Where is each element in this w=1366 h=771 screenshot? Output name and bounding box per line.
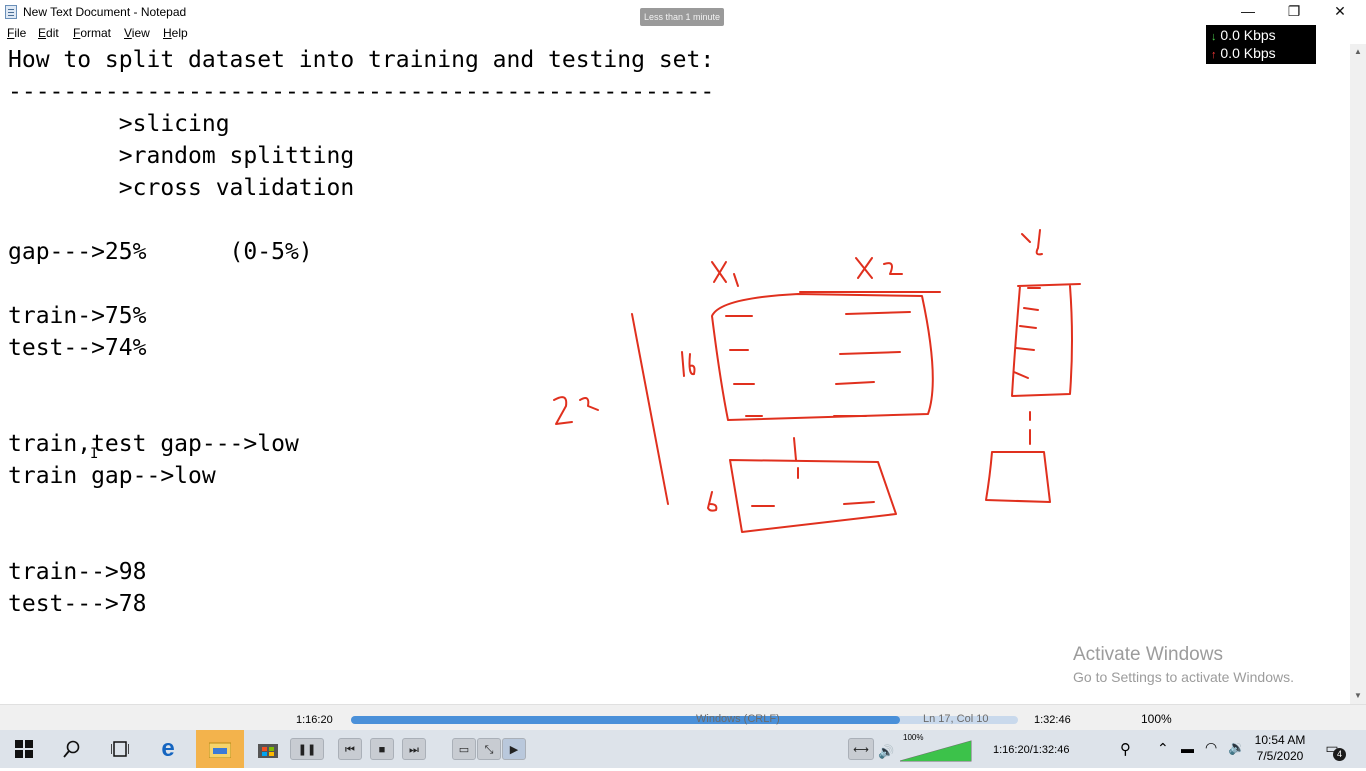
seek-bar-fill xyxy=(351,716,900,724)
scroll-up-icon[interactable]: ▲ xyxy=(1350,44,1366,60)
notification-badge: 4 xyxy=(1333,748,1346,761)
editor-line: ----------------------------------------… xyxy=(8,79,715,105)
vertical-scrollbar[interactable]: ▲ ▼ xyxy=(1350,44,1366,704)
editor-line: >slicing xyxy=(8,111,230,137)
next-button[interactable]: ⏭ xyxy=(402,738,426,760)
scroll-down-icon[interactable]: ▼ xyxy=(1350,688,1366,704)
tooltip-chip: Less than 1 minute xyxy=(640,8,725,26)
task-view-icon[interactable] xyxy=(96,730,144,768)
annotation-matrix-rows xyxy=(725,311,911,417)
annotation-x2-label xyxy=(855,257,903,279)
activate-windows-subtitle: Go to Settings to activate Windows. xyxy=(1073,669,1294,685)
stop-button[interactable]: ■ xyxy=(370,738,394,760)
annotation-16-label xyxy=(681,351,696,377)
editor-line: >random splitting xyxy=(8,143,355,169)
editor-line: train->75% xyxy=(8,303,147,329)
annotation-y-label xyxy=(1021,229,1043,256)
clock-time: 10:54 AM xyxy=(1254,733,1306,747)
editor-line: train-->98 xyxy=(8,559,147,585)
annotation-test-rows xyxy=(751,501,875,507)
taskbar: e ❚❚ ⏮ ■ ⏭ ▭ ⤡ ▶ ⟷ 🔊 100% 1:16:20/1:32:4… xyxy=(0,730,1366,768)
download-arrow-icon: ↓ xyxy=(1211,31,1217,43)
restore-button[interactable]: ❐ xyxy=(1271,0,1317,24)
editor-line: gap--->25% (0-5%) xyxy=(8,239,313,265)
pause-button[interactable]: ❚❚ xyxy=(290,738,324,760)
text-cursor-icon: I xyxy=(90,446,99,462)
annotation-22-label xyxy=(553,396,599,425)
editor-line: >cross validation xyxy=(8,175,355,201)
title-bar: New Text Document - Notepad Less than 1 … xyxy=(0,0,1366,26)
window-title: New Text Document - Notepad xyxy=(23,5,187,19)
handwritten-annotation xyxy=(553,229,1081,533)
wifi-icon[interactable]: ◠ xyxy=(1205,739,1217,756)
volume-icon[interactable]: 🔉 xyxy=(1228,739,1245,756)
people-icon[interactable]: ⚲ xyxy=(1120,740,1131,758)
menu-edit[interactable]: Edit xyxy=(38,26,59,40)
annotation-y-test-box xyxy=(985,451,1051,503)
menu-format[interactable]: Format xyxy=(73,26,111,40)
status-cursor-position: Ln 17, Col 10 xyxy=(923,713,989,725)
status-bar: 1:16:20 Windows (CRLF) Ln 17, Col 10 1:3… xyxy=(0,704,1366,731)
editor-line: test-->74% xyxy=(8,335,147,361)
editor-line: How to split dataset into training and t… xyxy=(8,47,715,73)
clock-date: 7/5/2020 xyxy=(1256,749,1304,763)
aspect-ratio-icon[interactable]: ⟷ xyxy=(848,738,874,760)
seek-bar[interactable] xyxy=(351,716,1018,724)
close-button[interactable]: ✕ xyxy=(1317,0,1363,24)
edge-icon[interactable]: e xyxy=(144,730,192,768)
file-explorer-icon[interactable] xyxy=(196,730,244,768)
download-speed: ↓ 0.0 Kbps xyxy=(1211,27,1276,43)
elapsed-time: 1:16:20 xyxy=(296,714,333,726)
previous-button[interactable]: ⏮ xyxy=(338,738,362,760)
status-zoom: 100% xyxy=(1141,712,1172,726)
annotation-total-bracket xyxy=(631,313,669,505)
annotation-connector xyxy=(793,437,799,479)
annotation-6-label xyxy=(707,491,718,512)
search-icon[interactable] xyxy=(48,730,96,768)
player-time: 1:16:20/1:32:46 xyxy=(993,744,1070,756)
camera-icon[interactable]: ▶ xyxy=(502,738,526,760)
battery-icon[interactable]: ▬ xyxy=(1181,741,1194,756)
editor-line: train gap-->low xyxy=(8,463,216,489)
minimize-button[interactable]: — xyxy=(1225,0,1271,24)
playlist-icon[interactable]: ▭ xyxy=(452,738,476,760)
annotation-y-column xyxy=(1011,283,1081,397)
notepad-app-icon xyxy=(5,5,17,19)
speaker-icon[interactable]: 🔊 xyxy=(878,744,894,760)
status-encoding: Windows (CRLF) xyxy=(696,713,780,725)
annotation-x1-label xyxy=(711,261,739,287)
chevron-up-icon[interactable]: ⌃ xyxy=(1157,740,1169,757)
annotation-test-matrix xyxy=(729,459,897,533)
editor-line: test--->78 xyxy=(8,591,147,617)
menu-file[interactable]: File xyxy=(7,26,26,40)
activate-windows-title: Activate Windows xyxy=(1073,644,1223,665)
menu-help[interactable]: Help xyxy=(163,26,188,40)
menu-view[interactable]: View xyxy=(124,26,150,40)
clock[interactable]: 10:54 AM 7/5/2020 xyxy=(1248,732,1312,764)
fullscreen-exit-icon[interactable]: ⤡ xyxy=(477,738,501,760)
total-time: 1:32:46 xyxy=(1034,714,1071,726)
windows-start-icon[interactable] xyxy=(0,730,48,768)
volume-slider[interactable] xyxy=(900,740,972,762)
editor-line: train,test gap--->low xyxy=(8,431,299,457)
store-icon[interactable] xyxy=(244,730,292,768)
